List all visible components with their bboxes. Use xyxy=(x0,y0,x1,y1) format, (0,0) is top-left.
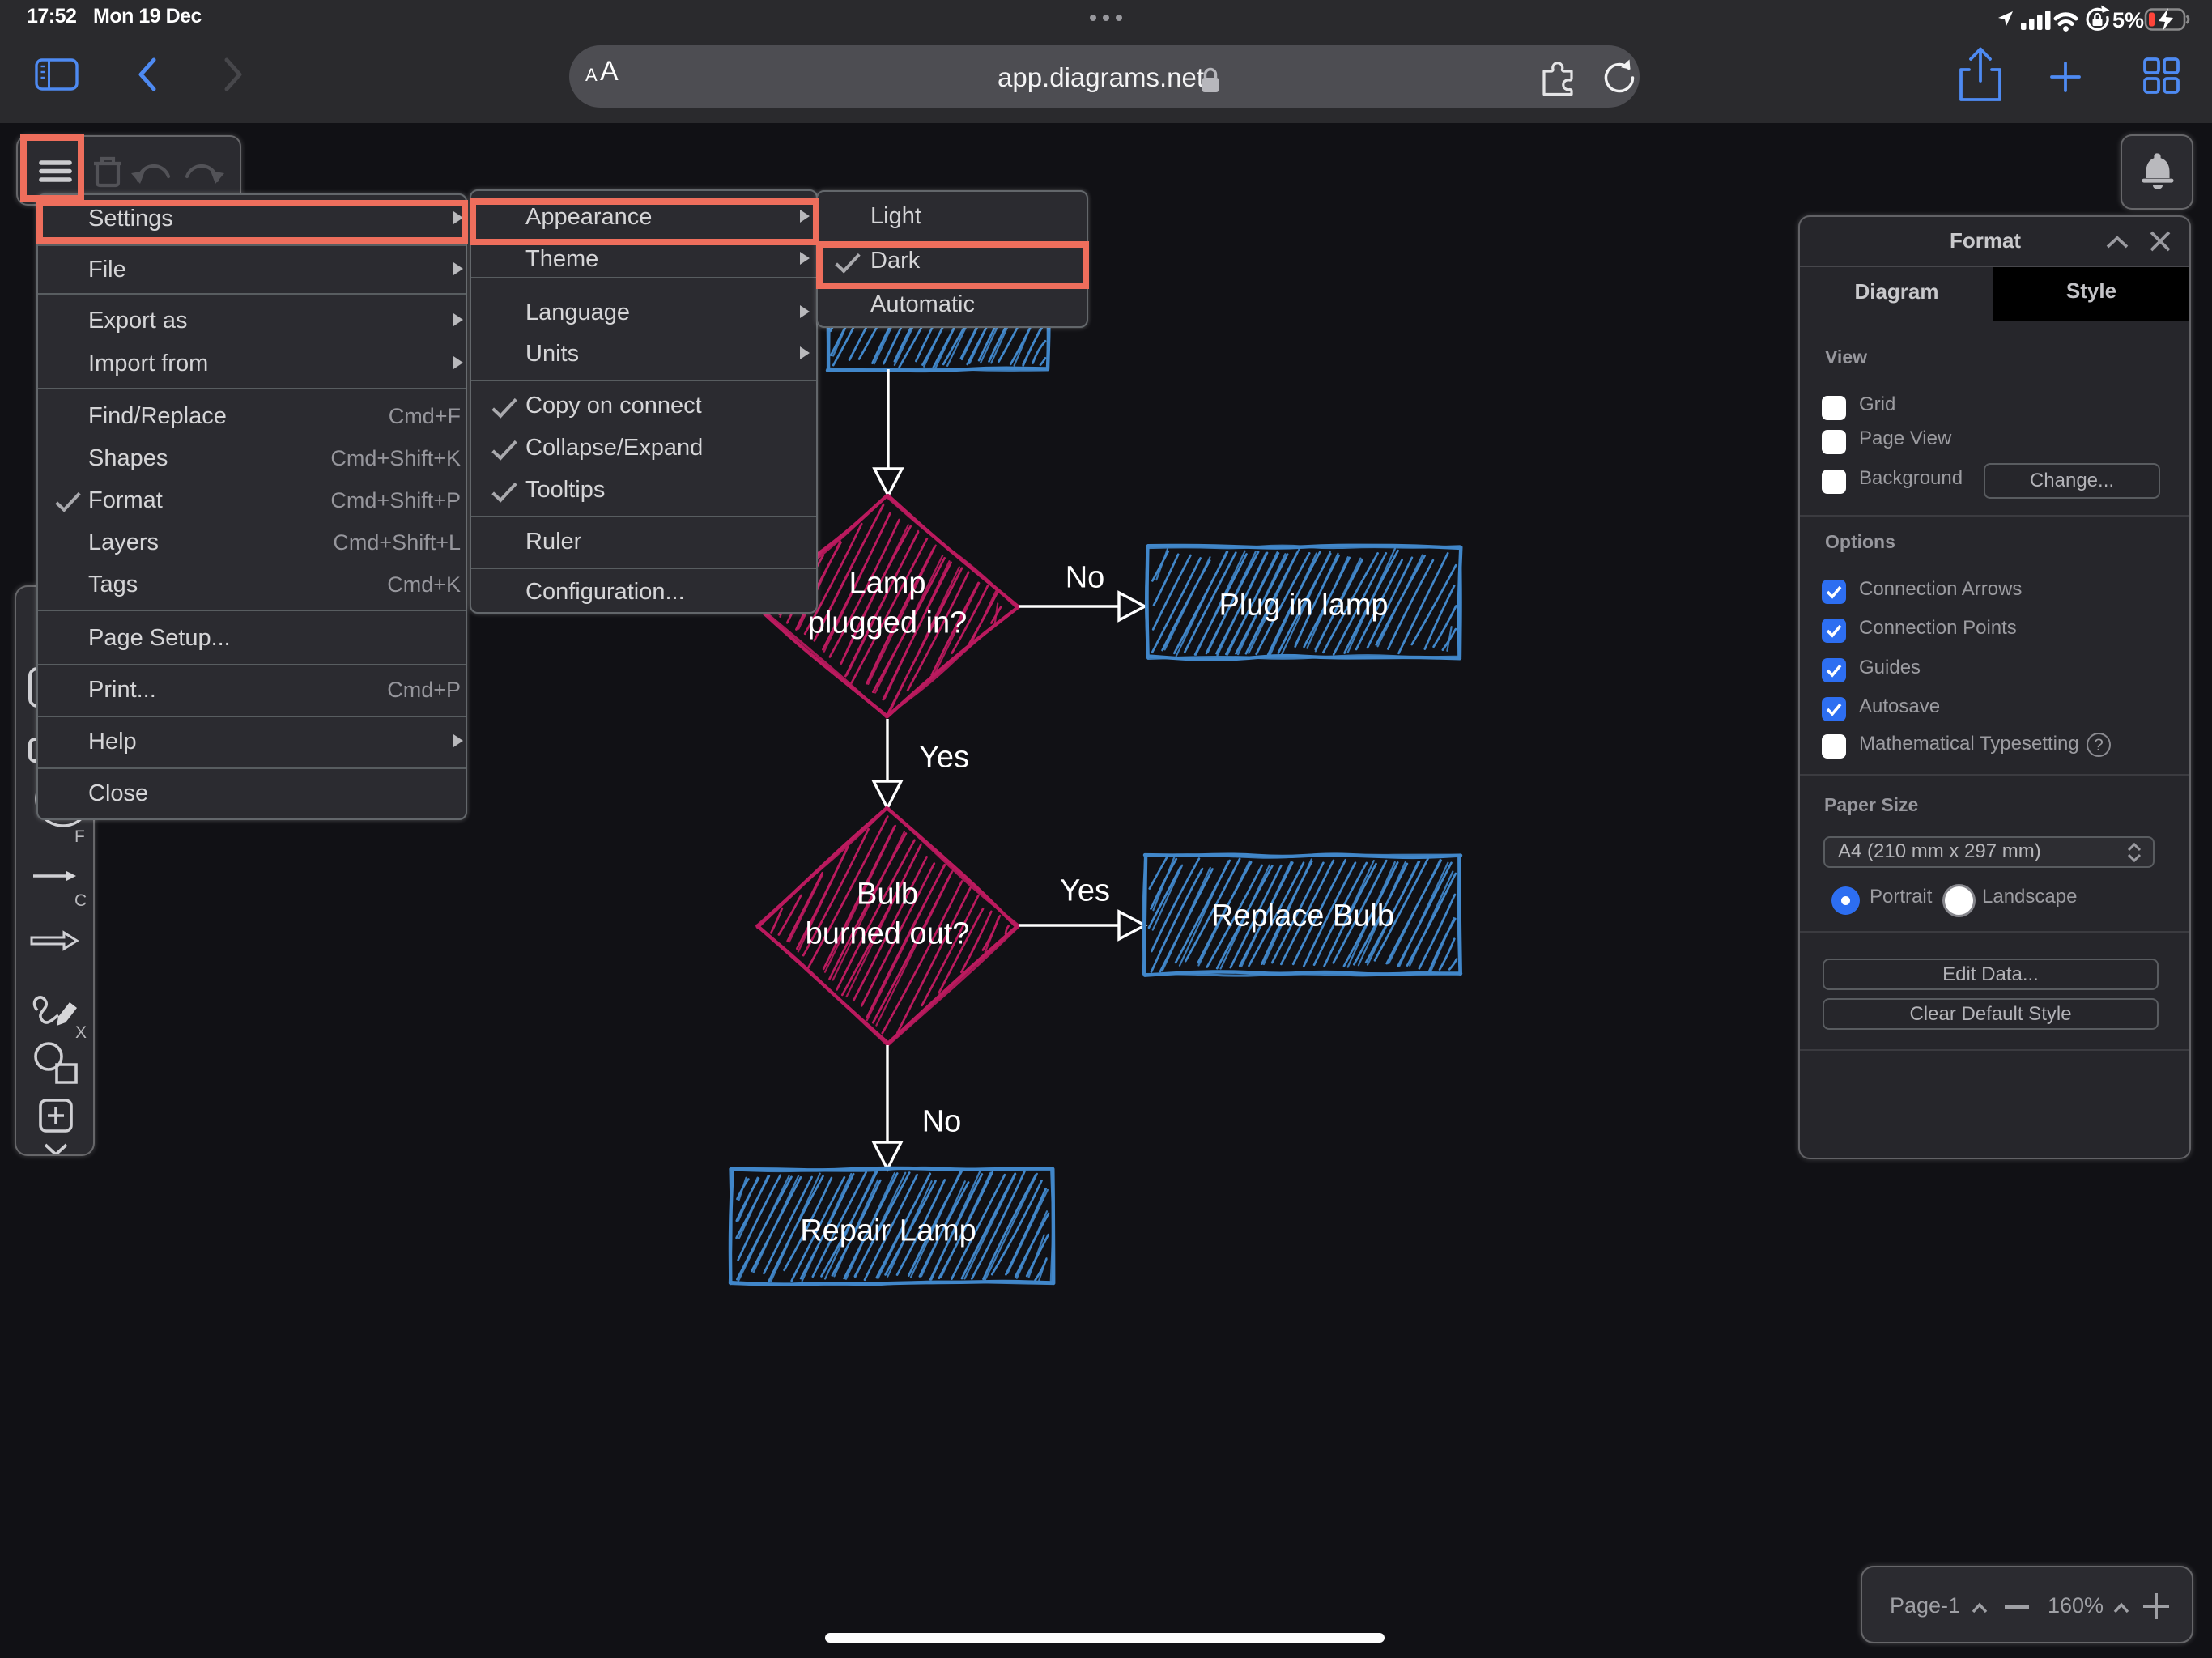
svg-text:Repair Lamp: Repair Lamp xyxy=(800,1214,976,1248)
svg-text:5%: 5% xyxy=(2112,8,2144,32)
svg-text:X: X xyxy=(75,1023,87,1042)
svg-text:Plug in lamp: Plug in lamp xyxy=(1219,588,1388,622)
svg-text:Lamp: Lamp xyxy=(849,566,925,600)
svg-text:Yes: Yes xyxy=(1060,874,1110,908)
svg-text:Yes: Yes xyxy=(919,740,969,774)
svg-text:Replace Bulb: Replace Bulb xyxy=(1211,899,1394,933)
svg-text:Bulb: Bulb xyxy=(857,877,918,911)
svg-text:No: No xyxy=(922,1104,962,1138)
svg-text:F: F xyxy=(74,827,85,846)
svg-text:burned out?: burned out? xyxy=(806,916,970,950)
svg-text:No: No xyxy=(1066,560,1105,594)
svg-text:plugged in?: plugged in? xyxy=(808,606,968,640)
svg-text:C: C xyxy=(74,891,87,910)
